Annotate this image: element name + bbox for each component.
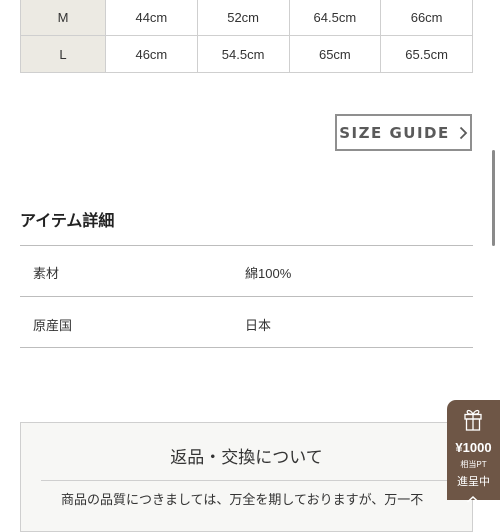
divider: [41, 480, 452, 481]
measurement-cell: 44cm: [105, 0, 198, 36]
divider: [20, 245, 473, 246]
item-details-title: アイテム詳細: [20, 213, 115, 230]
measurement-cell: 66cm: [380, 0, 473, 36]
detail-label-origin: 原産国: [33, 318, 73, 333]
returns-title: 返品・交換について: [170, 448, 323, 467]
detail-label-material: 素材: [33, 266, 60, 281]
size-table: M 44cm 52cm 64.5cm 66cm L 46cm 54.5cm 65…: [20, 0, 473, 73]
returns-text: 商品の品質につきましては、万全を期しておりますが、万一不: [61, 492, 424, 507]
measurement-cell: 46cm: [105, 35, 198, 73]
detail-value-origin: 日本: [245, 318, 272, 333]
points-badge[interactable]: ¥1000 相当PT 進呈中: [447, 400, 500, 503]
size-label: M: [20, 0, 106, 36]
size-row-m: M 44cm 52cm 64.5cm 66cm: [20, 0, 473, 36]
measurement-cell: 52cm: [196, 0, 290, 36]
points-amount: ¥1000: [455, 440, 492, 455]
gift-icon: [463, 408, 483, 437]
detail-value-material: 綿100%: [245, 266, 292, 281]
measurement-cell: 64.5cm: [288, 0, 382, 36]
divider: [20, 296, 473, 297]
measurement-cell: 65.5cm: [380, 35, 473, 73]
points-sub-label: 相当PT: [460, 460, 487, 469]
returns-section: 返品・交換について 商品の品質につきましては、万全を期しておりますが、万一不: [20, 422, 473, 532]
divider: [20, 347, 473, 348]
size-row-l: L 46cm 54.5cm 65cm 65.5cm: [20, 35, 473, 73]
size-guide-label: SIZE GUIDE: [339, 123, 450, 142]
chevron-right-icon: [459, 126, 468, 140]
chevron-up-icon: [466, 490, 480, 508]
size-label: L: [20, 35, 106, 73]
points-status: 進呈中: [457, 476, 490, 488]
measurement-cell: 54.5cm: [196, 35, 290, 73]
measurement-cell: 65cm: [288, 35, 382, 73]
scrollbar[interactable]: [492, 150, 495, 246]
size-guide-button[interactable]: SIZE GUIDE: [335, 114, 472, 151]
